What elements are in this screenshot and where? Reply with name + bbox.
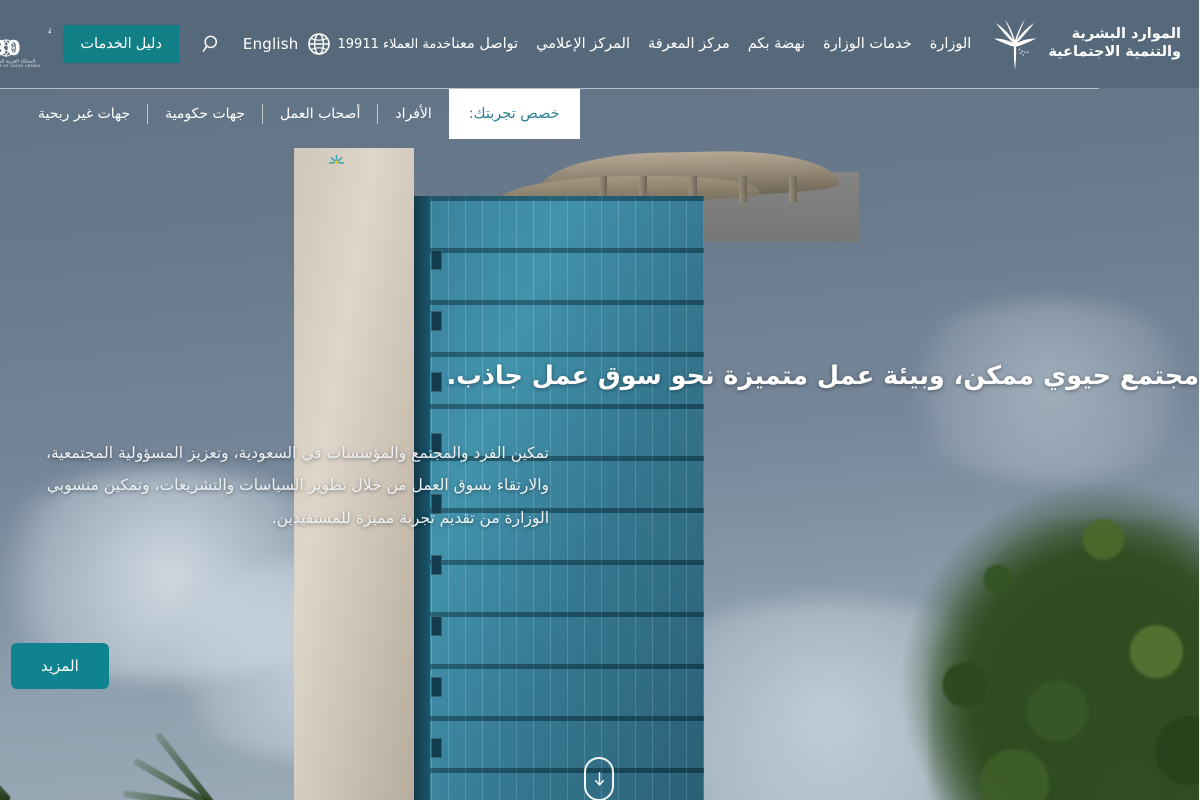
tower-window [432, 311, 443, 331]
tower-window [432, 555, 443, 575]
subnav-item-employers[interactable]: أصحاب العمل [264, 89, 378, 139]
subnav-item-nonprofit[interactable]: جهات غير ربحية [22, 89, 148, 139]
tower-window [432, 616, 443, 636]
globe-icon [308, 33, 331, 55]
hero-description: تمكين الفرد والمجتمع والمؤسسات في السعود… [46, 444, 550, 527]
svg-text:والتنمية الاجتماعية: والتنمية الاجتماعية [419, 164, 421, 172]
services-guide-button[interactable]: دليل الخدمات [64, 25, 180, 63]
more-button[interactable]: المزيد [12, 643, 110, 689]
vision-2030-logo[interactable]: رؤيــة VISION 2 30 المملكة العربية السعو… [0, 16, 52, 72]
svg-text:الموارد البشرية: الموارد البشرية [419, 154, 421, 162]
nav-item-media-center[interactable]: المركز الإعلامي [537, 36, 631, 52]
subnav-divider [378, 104, 380, 124]
roof-column [740, 176, 748, 202]
nav-item-knowledge-center[interactable]: مركز المعرفة [649, 36, 731, 52]
tower-window [432, 738, 443, 758]
tab-customize-experience[interactable]: خصص تجربتك: [449, 89, 581, 139]
ministry-brand[interactable]: الموارد البشرية والتنمية الاجتماعية [994, 18, 1200, 70]
svg-text:رؤيــة: رؤيــة [49, 25, 52, 37]
audience-subnav: خصص تجربتك: الأفراد أصحاب العمل جهات حكو… [0, 89, 1200, 139]
nav-item-contact-us[interactable]: تواصل معنا [452, 36, 519, 52]
roof-column [790, 176, 798, 202]
arrow-down-icon [595, 771, 605, 786]
nav-item-nahda-bikum[interactable]: نهضة بكم [749, 36, 806, 52]
main-navigation: الوزارة خدمات الوزارة نهضة بكم مركز المع… [452, 36, 972, 52]
svg-text:KINGDOM OF SAUDI ARABIA: KINGDOM OF SAUDI ARABIA [0, 64, 42, 68]
palm-emblem-icon [995, 19, 1038, 70]
subnav-divider [263, 104, 265, 124]
tower-window [432, 677, 443, 697]
customer-service-hotline[interactable]: خدمة العملاء 19911 [333, 37, 453, 52]
nav-item-ministry[interactable]: الوزارة [931, 36, 973, 52]
language-label: English [243, 35, 300, 53]
ministry-name-line2: والتنمية الاجتماعية [1049, 44, 1182, 60]
subnav-item-individuals[interactable]: الأفراد [379, 89, 449, 139]
subnav-divider [148, 104, 150, 124]
svg-text:30: 30 [0, 36, 22, 60]
search-button[interactable] [202, 31, 224, 57]
hero-content: مجتمع حيوي ممكن، وبيئة عمل متميزة نحو سو… [0, 360, 1200, 689]
tower-window [432, 250, 443, 270]
site-header: الموارد البشرية والتنمية الاجتماعية الوز… [0, 0, 1200, 88]
page-root: الموارد البشرية والتنمية الاجتماعية الوز… [0, 0, 1200, 800]
search-icon [203, 35, 218, 52]
nav-item-ministry-services[interactable]: خدمات الوزارة [824, 36, 913, 52]
subnav-item-government[interactable]: جهات حكومية [149, 89, 263, 139]
scroll-down-indicator[interactable] [585, 757, 615, 800]
ministry-brand-text: الموارد البشرية والتنمية الاجتماعية [1049, 26, 1182, 61]
building-ministry-logo-icon: الموارد البشرية والتنمية الاجتماعية [330, 154, 421, 172]
language-switcher[interactable]: English [244, 31, 333, 57]
audience-links: الأفراد أصحاب العمل جهات حكومية جهات غير… [22, 89, 450, 139]
ministry-name-line1: الموارد البشرية [1072, 26, 1182, 43]
hero-headline: مجتمع حيوي ممكن، وبيئة عمل متميزة نحو سو… [447, 361, 1200, 391]
